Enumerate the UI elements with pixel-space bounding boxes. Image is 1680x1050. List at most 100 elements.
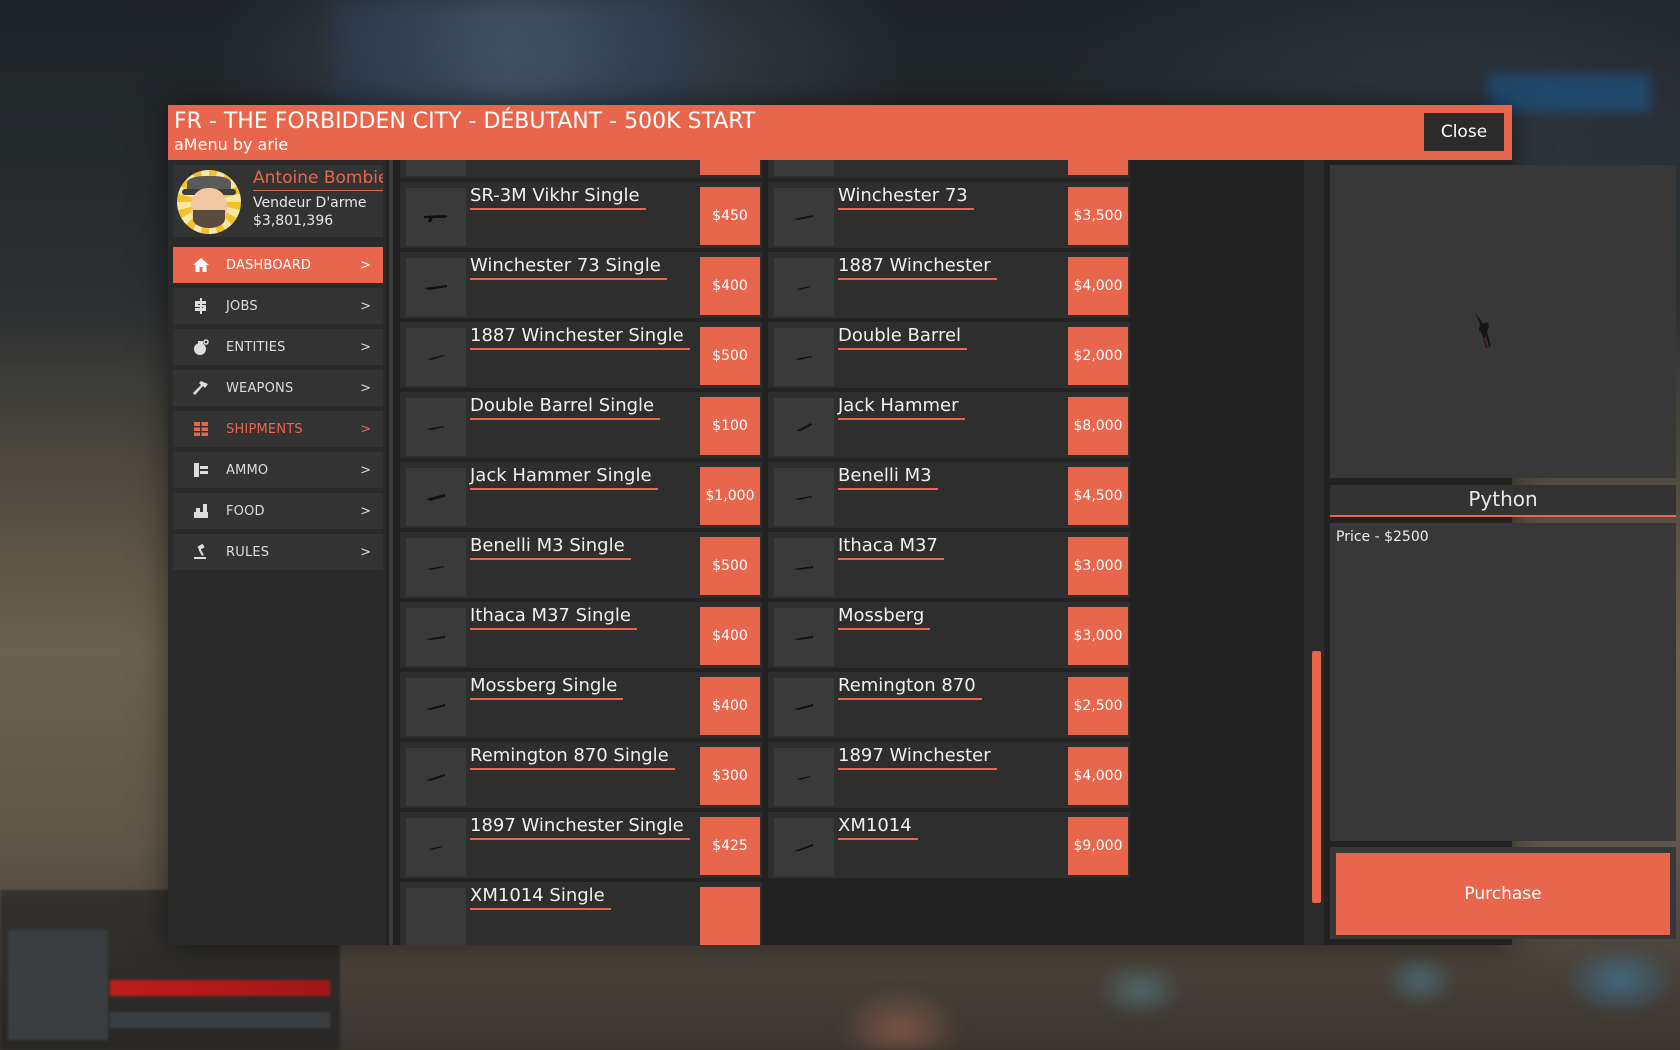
amenu-window: FR - THE FORBIDDEN CITY - DÉBUTANT - 500… xyxy=(168,105,1676,945)
item-card[interactable]: SR-3M Vikhr Single $450 xyxy=(400,182,762,248)
rifle-icon xyxy=(406,188,466,246)
item-description: Price - $2500 xyxy=(1336,529,1429,545)
item-price-button[interactable]: $1,000 xyxy=(700,467,760,525)
item-price-button[interactable] xyxy=(1068,160,1128,175)
item-price-button[interactable]: $9,000 xyxy=(1068,817,1128,875)
item-name: Jack Hammer Single xyxy=(470,464,658,490)
shotgun-icon xyxy=(406,748,466,806)
item-price-button[interactable]: $3,000 xyxy=(1068,607,1128,665)
item-card[interactable]: Winchester 73 $3,500 xyxy=(768,182,1130,248)
item-name: XM1014 xyxy=(838,814,918,840)
item-name: 1887 Winchester Single xyxy=(470,324,690,350)
item-price-button[interactable]: $400 xyxy=(700,607,760,665)
item-preview xyxy=(1330,165,1676,478)
item-card[interactable]: 1897 Winchester $4,000 xyxy=(768,742,1130,808)
item-name: Ithaca M37 xyxy=(838,534,944,560)
dollar-icon xyxy=(191,296,211,316)
close-button[interactable]: Close xyxy=(1424,113,1504,151)
item-card[interactable]: Benelli M3 Single $500 xyxy=(400,532,762,598)
item-card[interactable]: 1897 Winchester Single $425 xyxy=(400,812,762,878)
purchase-button[interactable]: Purchase xyxy=(1336,853,1670,935)
nav-weapons[interactable]: WEAPONS > xyxy=(173,370,383,406)
titlebar: FR - THE FORBIDDEN CITY - DÉBUTANT - 500… xyxy=(168,105,1512,160)
item-card[interactable]: Ithaca M37 Single $400 xyxy=(400,602,762,668)
profile-card: Antoine Bombie Vendeur D'arme $3,801,396 xyxy=(173,165,383,237)
item-price-button[interactable] xyxy=(700,887,760,945)
item-name: 1897 Winchester Single xyxy=(470,814,690,840)
item-card[interactable] xyxy=(768,160,1130,178)
item-price-button[interactable]: $100 xyxy=(700,397,760,455)
item-price-button[interactable]: $400 xyxy=(700,677,760,735)
shipment-grid: SR-3M Vikhr Single $450 Winchester 73 Si… xyxy=(394,160,1302,945)
item-price-button[interactable]: $4,000 xyxy=(1068,747,1128,805)
nav-jobs[interactable]: JOBS > xyxy=(173,288,383,324)
item-name: Jack Hammer xyxy=(838,394,965,420)
gavel-icon xyxy=(191,542,211,562)
item-name: Mossberg Single xyxy=(470,674,624,700)
item-card[interactable]: Mossberg $3,000 xyxy=(768,602,1130,668)
background-building xyxy=(330,0,690,110)
item-price-button[interactable]: $300 xyxy=(700,747,760,805)
item-name: Winchester 73 Single xyxy=(470,254,667,280)
hammer-icon xyxy=(191,378,211,398)
item-card[interactable]: XM1014 Single xyxy=(400,882,762,945)
nav-shipments[interactable]: SHIPMENTS > xyxy=(173,411,383,447)
item-card[interactable]: Winchester 73 Single $400 xyxy=(400,252,762,318)
sidebar-divider xyxy=(389,160,393,945)
item-price-button[interactable]: $500 xyxy=(700,327,760,385)
nav-food[interactable]: FOOD > xyxy=(173,493,383,529)
shotgun-icon xyxy=(774,608,834,666)
item-card[interactable]: Jack Hammer Single $1,000 xyxy=(400,462,762,528)
shotgun-icon xyxy=(774,818,834,876)
item-name: Double Barrel Single xyxy=(470,394,661,420)
item-card[interactable]: Mossberg Single $400 xyxy=(400,672,762,738)
item-price-button[interactable]: $400 xyxy=(700,257,760,315)
item-price-button[interactable]: $4,500 xyxy=(1068,467,1128,525)
profile-name: Antoine Bombie xyxy=(253,168,383,191)
item-card[interactable]: XM1014 $9,000 xyxy=(768,812,1130,878)
item-name: SR-3M Vikhr Single xyxy=(470,184,646,210)
item-card[interactable]: Remington 870 Single $300 xyxy=(400,742,762,808)
nav-ammo[interactable]: AMMO > xyxy=(173,452,383,488)
shotgun-icon xyxy=(406,678,466,736)
nav-rules[interactable]: RULES > xyxy=(173,534,383,570)
nav-entities[interactable]: ENTITIES > xyxy=(173,329,383,365)
item-name: Ithaca M37 Single xyxy=(470,604,637,630)
item-card[interactable]: 1887 Winchester Single $500 xyxy=(400,322,762,388)
item-card[interactable]: Jack Hammer $8,000 xyxy=(768,392,1130,458)
item-card[interactable]: Double Barrel Single $100 xyxy=(400,392,762,458)
item-card[interactable]: Double Barrel $2,000 xyxy=(768,322,1130,388)
grenade-icon xyxy=(191,337,211,357)
revolver-icon xyxy=(1475,312,1491,348)
home-icon xyxy=(191,255,211,275)
item-price-button[interactable]: $3,500 xyxy=(1068,187,1128,245)
item-card[interactable]: Ithaca M37 $3,000 xyxy=(768,532,1130,598)
item-card[interactable] xyxy=(400,160,762,178)
item-price-button[interactable] xyxy=(700,160,760,175)
profile-money: $3,801,396 xyxy=(253,213,334,229)
item-price-button[interactable]: $3,000 xyxy=(1068,537,1128,595)
background-sign xyxy=(1488,74,1650,112)
box-icon xyxy=(191,419,211,439)
item-name: Remington 870 xyxy=(838,674,982,700)
weapon-thumbnail xyxy=(406,160,466,176)
ammo-icon xyxy=(191,460,211,480)
item-card[interactable]: 1887 Winchester $4,000 xyxy=(768,252,1130,318)
rifle-icon xyxy=(406,258,466,316)
selected-item-title: Python xyxy=(1330,485,1676,517)
item-price-button[interactable]: $500 xyxy=(700,537,760,595)
item-card[interactable]: Benelli M3 $4,500 xyxy=(768,462,1130,528)
weapon-thumbnail xyxy=(774,160,834,176)
item-price-button[interactable]: $2,000 xyxy=(1068,327,1128,385)
item-price-button[interactable]: $2,500 xyxy=(1068,677,1128,735)
nav-dashboard[interactable]: DASHBOARD > xyxy=(173,247,383,283)
item-price-button[interactable]: $425 xyxy=(700,817,760,875)
item-price-button[interactable]: $4,000 xyxy=(1068,257,1128,315)
item-card[interactable]: Remington 870 $2,500 xyxy=(768,672,1130,738)
item-price-button[interactable]: $8,000 xyxy=(1068,397,1128,455)
shotgun-icon xyxy=(774,678,834,736)
shotgun-icon xyxy=(774,468,834,526)
item-price-button[interactable]: $450 xyxy=(700,187,760,245)
hud-armor-bar xyxy=(110,1012,330,1028)
grid-scrollbar-thumb[interactable] xyxy=(1312,651,1321,903)
